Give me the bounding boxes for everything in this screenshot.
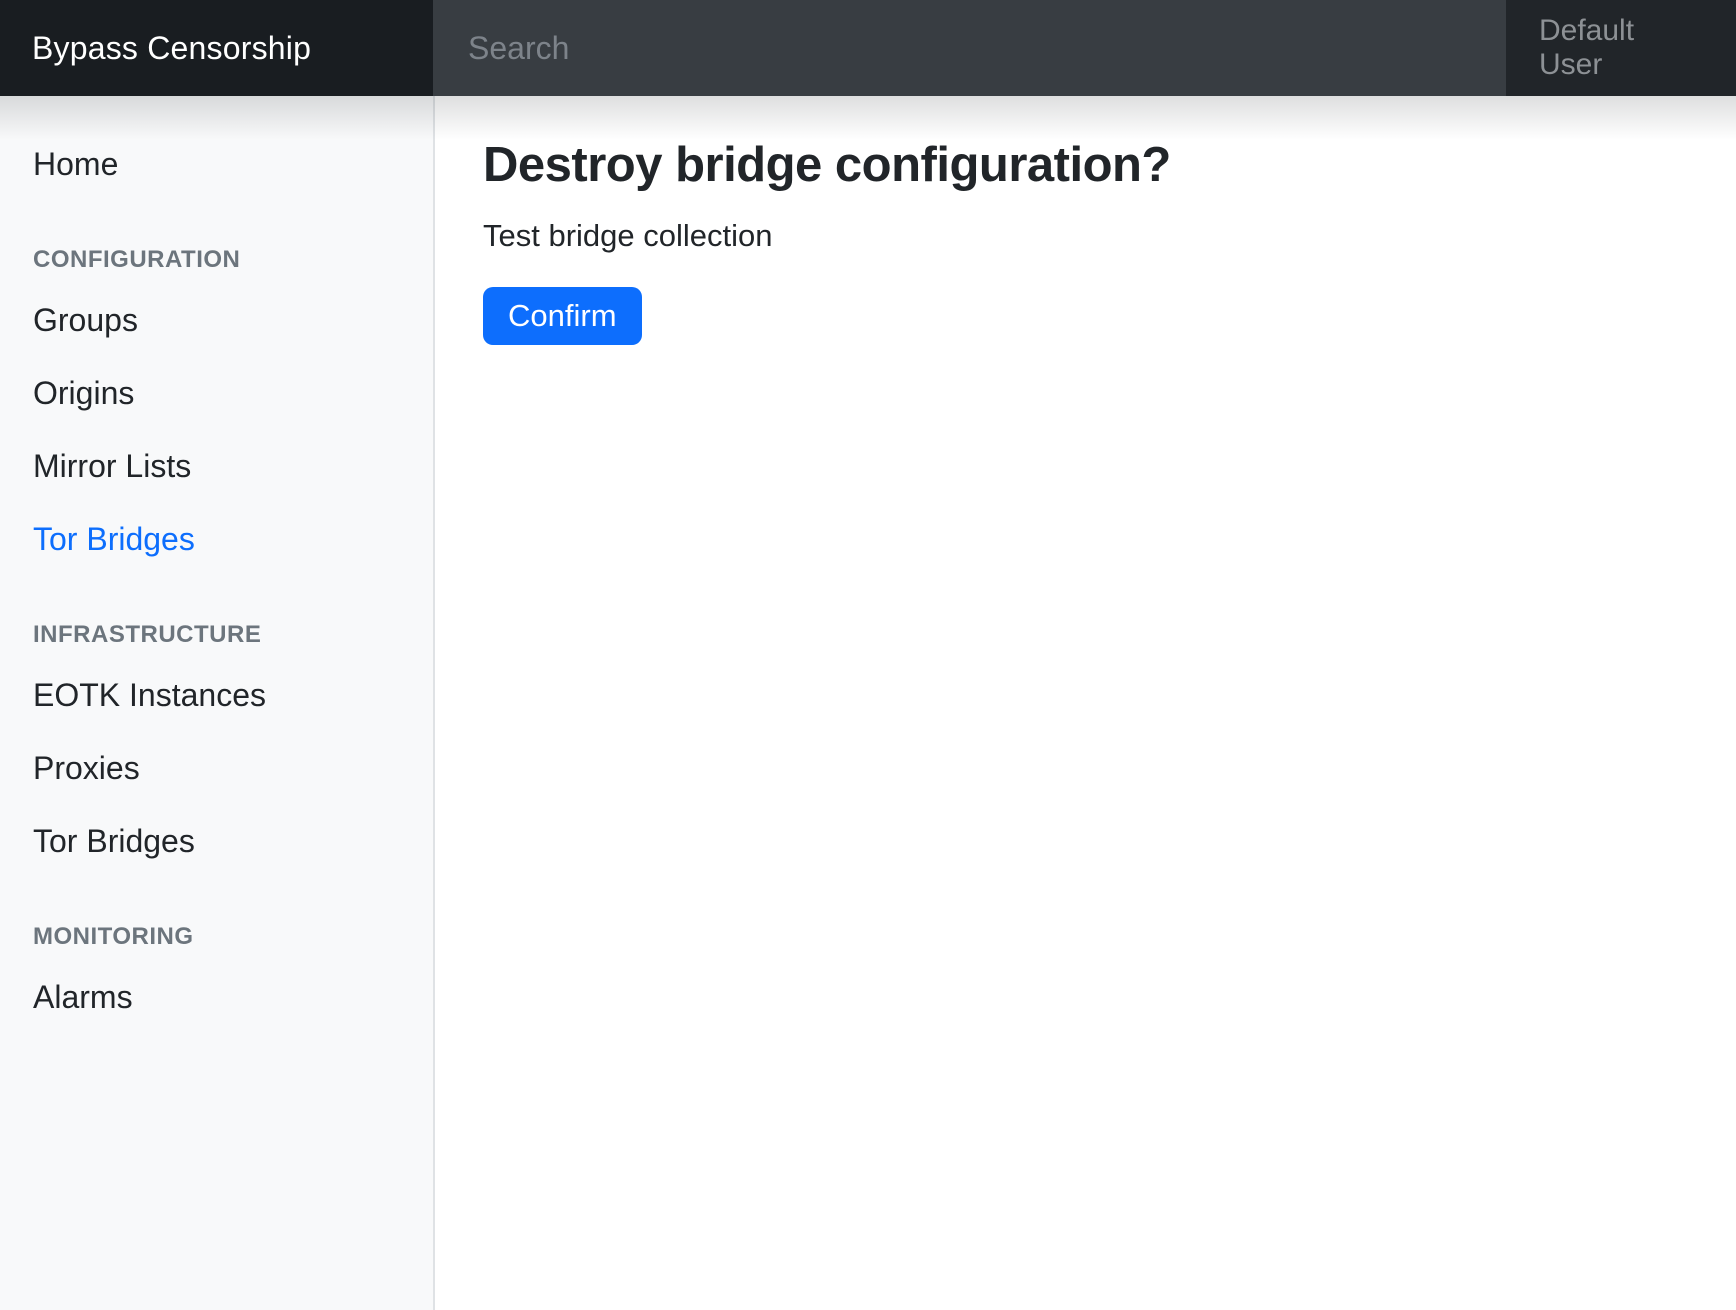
confirm-button[interactable]: Confirm [483,287,642,345]
app-navbar: Bypass Censorship Default User [0,0,1736,96]
sidebar-item-alarms[interactable]: Alarms [0,961,433,1034]
sidebar-item-home[interactable]: Home [0,128,433,201]
main-content: Destroy bridge configuration? Test bridg… [435,96,1736,1310]
sidebar-item-origins[interactable]: Origins [0,357,433,430]
sidebar-section-infrastructure: INFRASTRUCTURE [33,621,262,648]
sidebar-item-tor-bridges-config[interactable]: Tor Bridges [0,503,433,576]
sidebar-item-tor-bridges-infra[interactable]: Tor Bridges [0,805,433,878]
sidebar-item-proxies[interactable]: Proxies [0,732,433,805]
sidebar-item-groups[interactable]: Groups [0,284,433,357]
app-brand[interactable]: Bypass Censorship [0,0,433,96]
search-input[interactable] [468,29,1471,67]
sidebar: Home CONFIGURATION Groups Origins Mirror… [0,96,435,1310]
sidebar-item-mirror-lists[interactable]: Mirror Lists [0,430,433,503]
sidebar-section-monitoring: MONITORING [33,923,194,950]
page-title: Destroy bridge configuration? [483,138,1171,192]
sidebar-item-eotk-instances[interactable]: EOTK Instances [0,659,433,732]
user-menu-label: Default User [1539,14,1635,81]
search-bar [433,0,1506,96]
sidebar-section-configuration: CONFIGURATION [33,246,241,273]
user-menu[interactable]: Default User [1506,0,1736,96]
bridge-name: Test bridge collection [483,218,773,253]
